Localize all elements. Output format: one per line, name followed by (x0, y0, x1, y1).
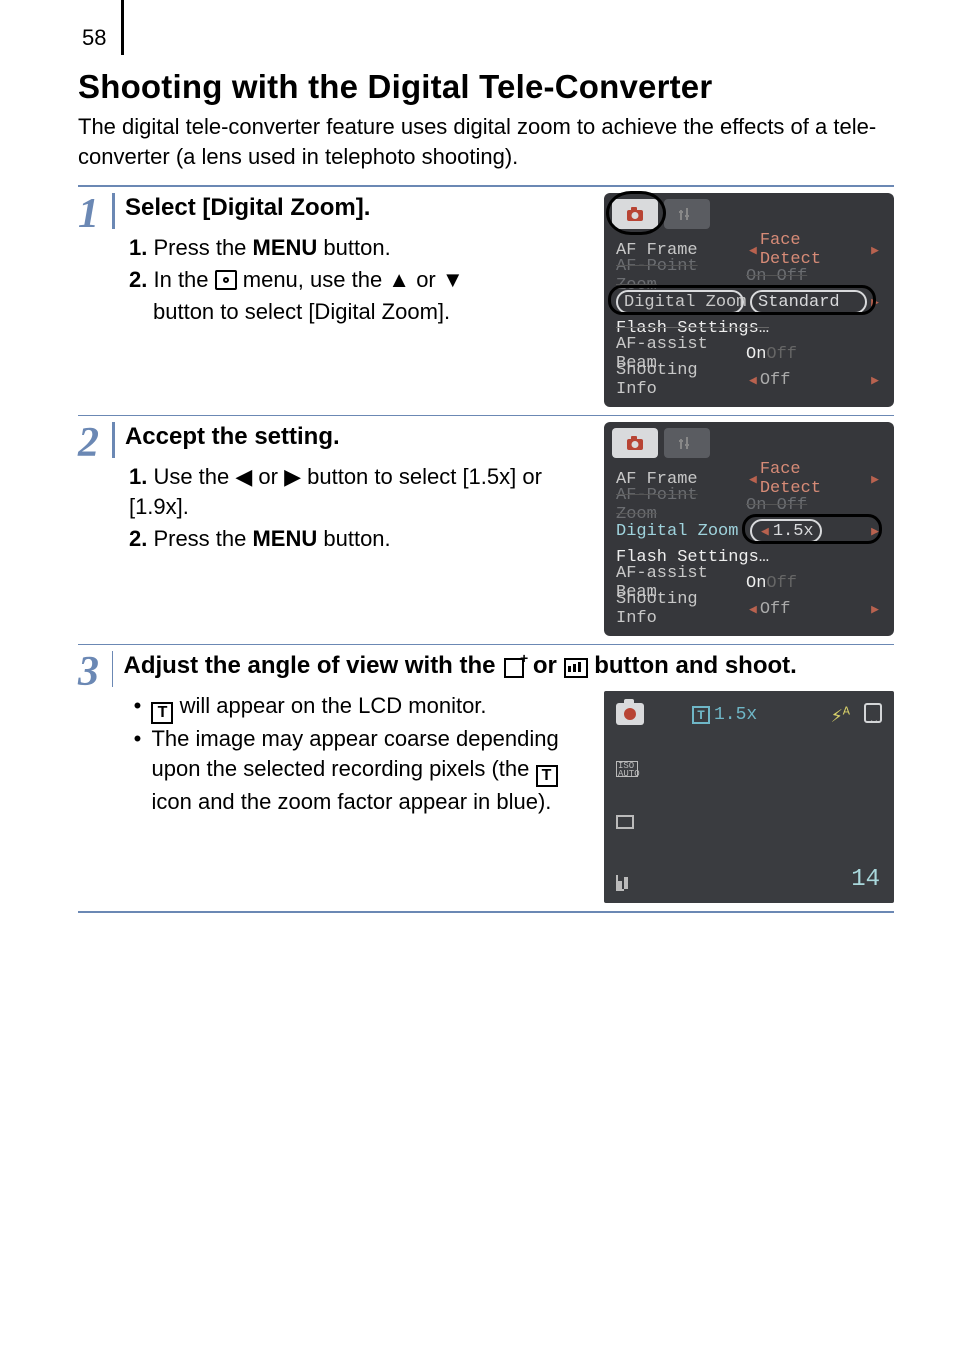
menu-item-value-on: On (746, 345, 766, 364)
left-arrow-icon: ◀ (749, 472, 757, 487)
menu-item-value: Face Detect (760, 460, 868, 498)
substep-text: or (410, 267, 442, 292)
menu-item-value: Off (760, 371, 791, 390)
menu-button-label: MENU (252, 526, 317, 551)
zoom-wide-icon (564, 656, 588, 676)
step-title: Select [Digital Zoom]. (125, 193, 596, 223)
face-detect-icon (864, 703, 882, 723)
menu-item-value: Off (760, 600, 791, 619)
right-arrow-icon: ▶ (284, 464, 301, 489)
menu-item-label: Digital Zoom (616, 522, 746, 541)
tele-zoom-indicator: T 1.5x (692, 705, 757, 725)
substep-number: 1. (129, 235, 147, 260)
substep-text: Press the (153, 235, 252, 260)
bullet-icon: • (123, 724, 151, 816)
shots-remaining: 14 (851, 866, 880, 893)
drive-mode-icon (616, 815, 634, 829)
substeps: 1. Use the ◀ or ▶ button to select [1.5x… (125, 462, 596, 553)
menu-item-label: Shooting Info (616, 590, 746, 628)
left-arrow-icon: ◀ (749, 602, 757, 617)
camera-menu-screenshot: AF Frame◀Face Detect▶ AF-Point ZoomOn Of… (604, 422, 894, 636)
right-arrow-icon: ▶ (871, 373, 879, 388)
menu-item-label: Shooting Info (616, 361, 746, 399)
bullet-text: will appear on the LCD monitor. (173, 693, 486, 718)
step-title: Adjust the angle of view with the or but… (123, 651, 894, 681)
step-title: Accept the setting. (125, 422, 596, 452)
menu-button-label: MENU (253, 235, 318, 260)
zoom-factor-value: 1.5x (714, 705, 757, 725)
callout-circle (606, 191, 666, 235)
step-number-rule (112, 651, 113, 687)
substep-number: 2. (129, 526, 147, 551)
substep-text: Press the (153, 526, 252, 551)
tele-indicator-icon: T (536, 765, 558, 787)
metering-icon (616, 873, 636, 891)
menu-item-value-off: Off (766, 574, 797, 593)
callout-pill (742, 514, 882, 544)
manual-page: 58 Shooting with the Digital Tele-Conver… (0, 0, 954, 953)
page-number: 58 (82, 25, 106, 51)
right-arrow-icon: ▶ (871, 243, 879, 258)
step-number: 2 (78, 422, 112, 636)
tele-indicator-icon: T (692, 706, 710, 724)
step-number: 3 (78, 651, 112, 903)
right-arrow-icon: ▶ (871, 602, 879, 617)
menu-item-value: Face Detect (760, 231, 868, 269)
bullet-icon: • (123, 691, 151, 724)
tele-indicator-icon: T (151, 702, 173, 724)
bullet-text: icon and the zoom factor appear in blue)… (151, 789, 551, 814)
shooting-menu-tab[interactable] (612, 428, 658, 458)
steps-list: 1 Select [Digital Zoom]. 1. Press the ME… (78, 185, 894, 913)
step-3: 3 Adjust the angle of view with the or b… (78, 645, 894, 911)
step-2: 2 Accept the setting. 1. Use the ◀ or ▶ … (78, 416, 894, 644)
step-1: 1 Select [Digital Zoom]. 1. Press the ME… (78, 187, 894, 415)
substep-text: button. (317, 526, 390, 551)
substep-text: button to select [Digital Zoom]. (129, 297, 596, 327)
substep-text: Use the (153, 464, 235, 489)
up-arrow-icon: ▲ (388, 267, 410, 292)
substep-number: 1. (129, 464, 147, 489)
step-number: 1 (78, 193, 112, 407)
left-arrow-icon: ◀ (749, 373, 757, 388)
menu-item-value: On Off (746, 267, 807, 286)
camera-lcd-screenshot: T 1.5x ⚡A ISOAUTO 14 (604, 691, 894, 903)
menu-item-label: AF-Point Zoom (616, 486, 746, 524)
down-arrow-icon: ▼ (442, 267, 464, 292)
zoom-tele-icon (502, 656, 526, 676)
substep-text: In the (153, 267, 214, 292)
shooting-mode-icon (616, 703, 644, 725)
intro-text: The digital tele-converter feature uses … (78, 112, 894, 171)
camera-menu-screenshot: AF Frame◀Face Detect▶ AF-Point ZoomOn Of… (604, 193, 894, 407)
substep-text: button. (317, 235, 390, 260)
substep-number: 2. (129, 267, 147, 292)
substep-text: menu, use the (237, 267, 389, 292)
flash-auto-icon: ⚡A (831, 703, 850, 729)
menu-item-value-off: Off (766, 345, 797, 364)
bullet-text: The image may appear coarse depending up… (151, 726, 558, 781)
step-number-rule (112, 422, 115, 458)
bullets: • T will appear on the LCD monitor. • Th… (123, 691, 596, 816)
left-arrow-icon: ◀ (749, 243, 757, 258)
substeps: 1. Press the MENU button. 2. In the menu… (125, 233, 596, 326)
iso-auto-icon: ISOAUTO (616, 761, 638, 777)
tools-menu-tab[interactable] (664, 199, 710, 229)
divider (78, 911, 894, 913)
left-arrow-icon: ◀ (235, 464, 252, 489)
page-title: Shooting with the Digital Tele-Converter (78, 68, 894, 106)
menu-item-value: On Off (746, 496, 807, 515)
callout-pill (608, 285, 876, 315)
step-number-rule (112, 193, 115, 229)
right-arrow-icon: ▶ (871, 472, 879, 487)
tools-menu-tab[interactable] (664, 428, 710, 458)
camera-menu-icon (215, 270, 237, 290)
header-divider (121, 0, 124, 55)
substep-text: or (252, 464, 284, 489)
menu-item-value-on: On (746, 574, 766, 593)
